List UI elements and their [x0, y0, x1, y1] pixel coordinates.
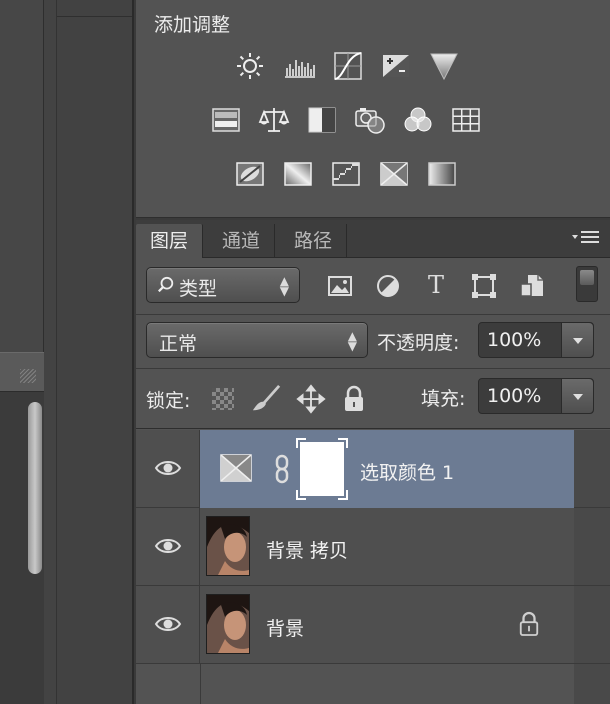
layer-row-background-copy[interactable]: 背景 拷贝	[136, 508, 610, 586]
layer-row-background[interactable]: 背景	[136, 586, 610, 664]
layer-thumbnail[interactable]	[206, 594, 250, 654]
tab-paths[interactable]: 路径	[280, 224, 348, 258]
opacity-value[interactable]: 100%	[487, 329, 541, 351]
layers-panel-tabs: 图层 通道 路径	[136, 220, 610, 258]
layer-visibility-toggle[interactable]	[136, 586, 200, 664]
left-panel-strip	[0, 0, 56, 704]
opacity-dropdown-button[interactable]	[561, 323, 593, 357]
color-lookup-icon[interactable]	[450, 104, 482, 136]
threshold-icon[interactable]	[330, 158, 362, 190]
fill-value[interactable]: 100%	[487, 385, 541, 407]
selective-color-icon[interactable]	[378, 158, 410, 190]
selective-color-icon	[220, 454, 252, 482]
layer-main[interactable]: 选取颜色 1	[200, 430, 574, 508]
vibrance-icon[interactable]	[428, 50, 460, 82]
left-panel-resize-bar[interactable]	[0, 352, 44, 392]
resize-grip-icon[interactable]	[20, 369, 36, 383]
exposure-icon[interactable]	[380, 50, 412, 82]
svg-text:T: T	[428, 271, 444, 298]
chevron-updown-icon: ▲ ▼	[279, 274, 289, 298]
layer-main[interactable]: 背景	[200, 586, 574, 664]
opacity-label: 不透明度:	[377, 332, 460, 354]
gradient-map-icon[interactable]	[426, 158, 458, 190]
tab-layers[interactable]: 图层	[136, 224, 204, 258]
color-balance-icon[interactable]	[258, 104, 290, 136]
levels-icon[interactable]	[284, 50, 316, 82]
layer-visibility-toggle[interactable]	[136, 508, 200, 586]
adjustments-row-2	[136, 104, 610, 144]
lock-pixels-icon[interactable]	[250, 384, 282, 418]
row-right-strip	[574, 586, 610, 663]
curves-icon[interactable]	[332, 50, 364, 82]
chain-link-icon[interactable]	[274, 454, 290, 484]
fill-dropdown-button[interactable]	[561, 379, 593, 413]
adjustments-row-3	[136, 158, 610, 198]
channel-mixer-icon[interactable]	[402, 104, 434, 136]
lock-position-icon[interactable]	[296, 384, 326, 418]
layers-panel: 图层 通道 路径 类型 ▲ ▼ T 正常 ▲ ▼ 不透明度: 100% 锁定: …	[136, 220, 610, 704]
filter-kind-dropdown[interactable]: 类型 ▲ ▼	[146, 267, 300, 303]
posterize-icon[interactable]	[282, 158, 314, 190]
lock-all-icon[interactable]	[342, 384, 366, 418]
lock-label: 锁定:	[146, 390, 191, 412]
scrollbar-thumb[interactable]	[28, 402, 42, 574]
eye-icon[interactable]	[154, 536, 182, 556]
filter-toggle-icon[interactable]	[576, 266, 598, 302]
layer-visibility-toggle[interactable]	[136, 430, 200, 508]
type-filter-icon[interactable]: T	[422, 270, 450, 302]
invert-icon[interactable]	[234, 158, 266, 190]
adjustment-filter-icon[interactable]	[374, 272, 402, 304]
brightness-contrast-icon[interactable]	[234, 50, 266, 82]
panel-menu-icon[interactable]	[572, 230, 600, 246]
fill-label: 填充:	[421, 388, 466, 410]
eye-icon[interactable]	[154, 614, 182, 634]
search-icon	[157, 276, 175, 298]
chevron-updown-icon: ▲ ▼	[347, 329, 357, 353]
opacity-field[interactable]: 100%	[478, 322, 594, 358]
tab-channels[interactable]: 通道	[208, 224, 276, 258]
photo-filter-icon[interactable]	[354, 104, 386, 136]
row-right-strip	[574, 508, 610, 585]
shape-filter-icon[interactable]	[470, 272, 498, 304]
layer-name[interactable]: 背景 拷贝	[266, 536, 348, 563]
left-panel-area	[0, 0, 44, 352]
black-white-icon[interactable]	[306, 104, 338, 136]
row-right-strip	[574, 430, 610, 507]
layer-lock-icon	[519, 611, 539, 636]
blend-mode-label: 正常	[159, 333, 198, 355]
lock-transparent-icon[interactable]	[212, 388, 234, 410]
layer-main[interactable]: 背景 拷贝	[200, 508, 574, 586]
fill-field[interactable]: 100%	[478, 378, 594, 414]
adjustments-panel: 添加调整	[136, 0, 610, 218]
layers-empty-area[interactable]	[136, 664, 610, 704]
hue-saturation-icon[interactable]	[210, 104, 242, 136]
smart-object-filter-icon[interactable]	[518, 272, 546, 304]
layer-name[interactable]: 背景	[266, 614, 304, 641]
filter-kind-label: 类型	[179, 278, 218, 300]
eye-icon[interactable]	[154, 458, 182, 478]
layer-thumbnail[interactable]	[206, 516, 250, 576]
adjustments-title: 添加调整	[154, 14, 231, 36]
blend-mode-dropdown[interactable]: 正常 ▲ ▼	[146, 322, 368, 358]
image-filter-icon[interactable]	[326, 272, 354, 304]
adjustments-row-1	[136, 50, 610, 90]
layer-row-selective-color[interactable]: 选取颜色 1	[136, 430, 610, 508]
panel-dock-column	[56, 0, 134, 704]
layer-name[interactable]: 选取颜色 1	[360, 458, 454, 485]
layer-mask-thumbnail[interactable]	[296, 438, 348, 500]
